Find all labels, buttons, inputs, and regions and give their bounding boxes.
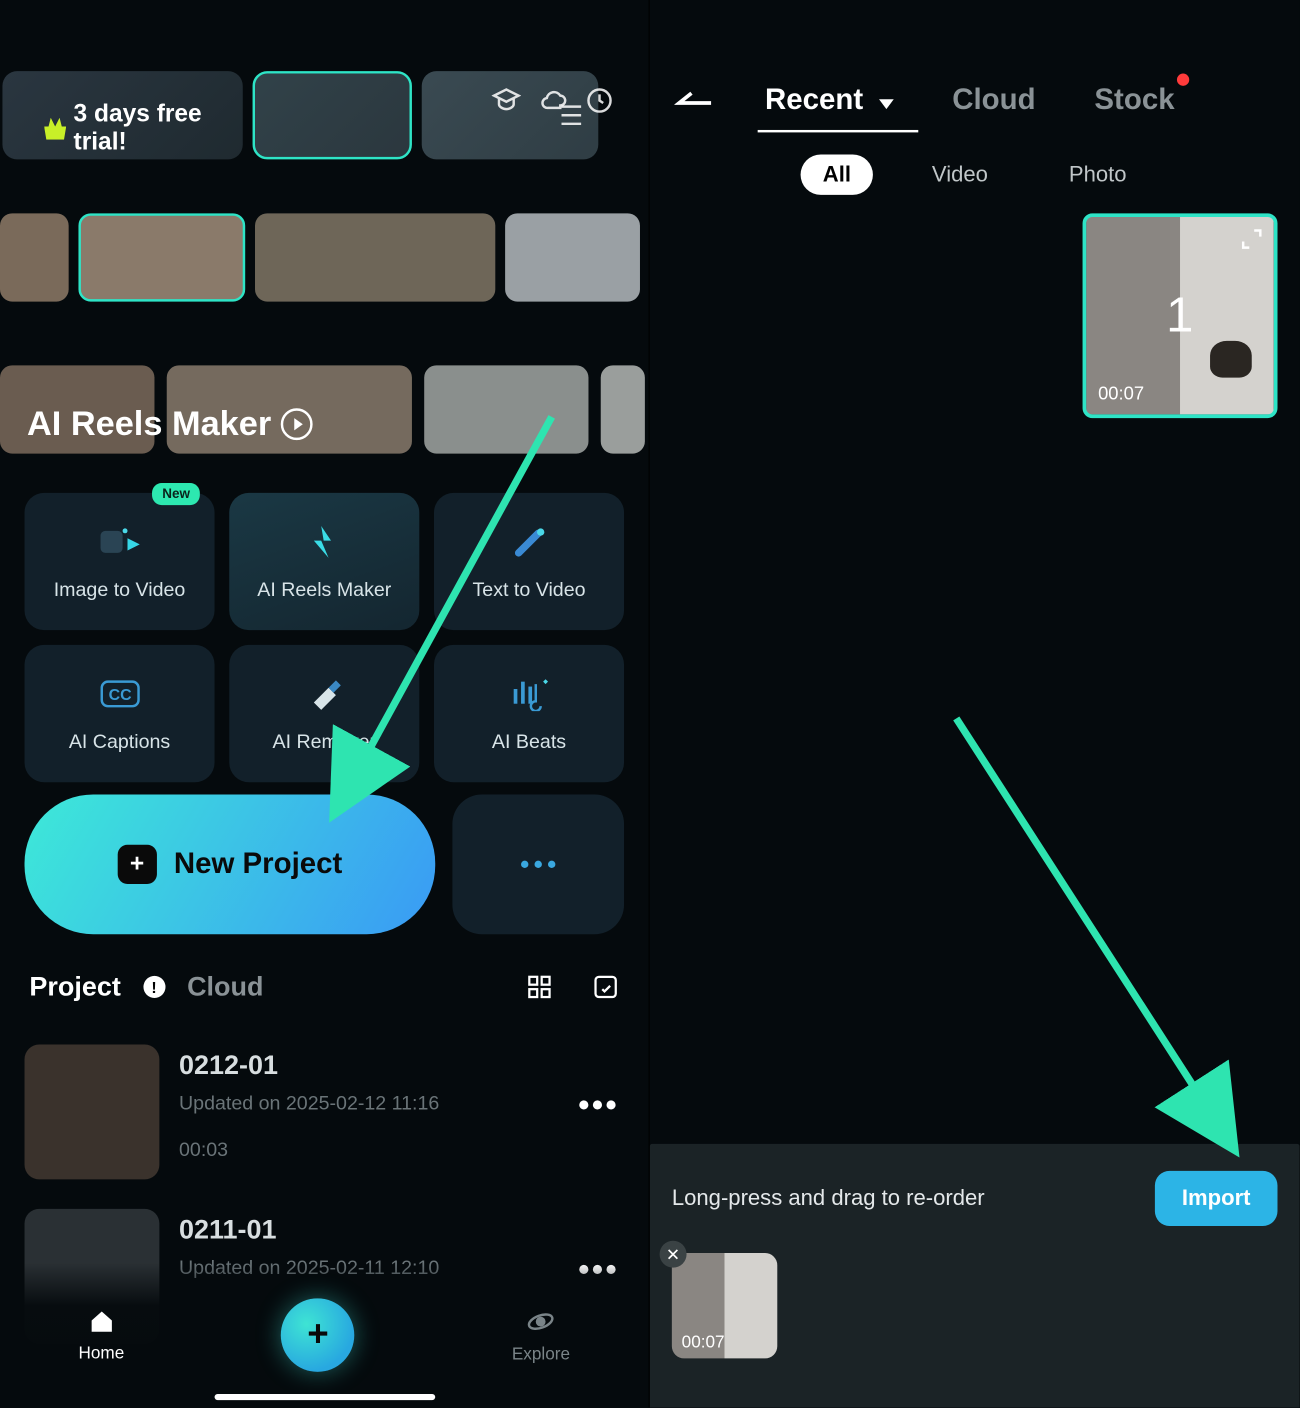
project-row[interactable]: 0212-01 Updated on 2025-02-12 11:16 00:0… (25, 1030, 625, 1194)
feature-label: Text to Video (472, 580, 585, 602)
ai-beats-icon (507, 673, 551, 715)
fab-create[interactable]: + (281, 1298, 355, 1372)
edit-icon[interactable] (592, 973, 619, 1000)
filter-video[interactable]: Video (910, 154, 1010, 194)
expand-icon[interactable] (1239, 227, 1264, 252)
notification-dot-icon (1177, 74, 1189, 86)
hero-template-selected[interactable] (253, 71, 412, 159)
tab-cloud[interactable]: Cloud (952, 83, 1035, 117)
feature-label: AI Beats (492, 732, 566, 754)
text-to-video-icon (507, 521, 551, 563)
history-icon[interactable] (585, 86, 614, 115)
ai-captions-icon: CC (97, 673, 141, 715)
feature-label: AI Remover (272, 732, 376, 754)
template-thumb[interactable] (505, 213, 640, 301)
tab-stock-label: Stock (1094, 83, 1174, 116)
reorder-hint: Long-press and drag to re-order (672, 1186, 985, 1212)
project-thumb (25, 1045, 160, 1180)
feature-ai-captions[interactable]: CC AI Captions (25, 645, 215, 782)
thumb-duration: 00:07 (682, 1331, 725, 1351)
svg-text:CC: CC (108, 687, 131, 704)
chevron-right-icon (281, 408, 313, 440)
selection-number: 1 (1166, 288, 1193, 343)
project-name: 0211-01 (179, 1214, 559, 1246)
tab-stock[interactable]: Stock (1094, 83, 1174, 117)
nav-explore[interactable]: Explore (512, 1307, 570, 1363)
tab-recent[interactable]: Recent (765, 83, 893, 117)
filter-all[interactable]: All (801, 154, 873, 194)
project-more-icon[interactable]: ••• (578, 1086, 619, 1124)
ai-reels-icon (302, 521, 346, 563)
feature-label: Image to Video (54, 580, 186, 602)
annotation-arrow (944, 706, 1263, 1172)
back-icon[interactable] (674, 88, 716, 113)
image-to-video-icon (97, 521, 141, 563)
plus-icon: + (117, 845, 156, 884)
feature-label: AI Captions (69, 732, 170, 754)
nav-home-label: Home (78, 1342, 124, 1362)
media-item-selected[interactable]: 1 00:07 (1082, 213, 1277, 418)
dropdown-caret-icon (879, 99, 894, 109)
project-meta: Updated on 2025-02-12 11:16 (179, 1094, 559, 1116)
template-thumb-selected[interactable] (78, 213, 245, 301)
trial-text: 3 days free trial! (74, 101, 243, 157)
feature-label: AI Reels Maker (257, 580, 391, 602)
project-duration: 00:03 (179, 1140, 559, 1162)
feature-text-to-video[interactable]: Text to Video (434, 493, 624, 630)
nav-explore-label: Explore (512, 1344, 570, 1364)
grid-view-icon[interactable] (526, 973, 553, 1000)
tab-project[interactable]: Project (29, 971, 120, 1003)
warning-icon[interactable]: ! (143, 976, 165, 998)
filter-photo[interactable]: Photo (1047, 154, 1149, 194)
cloud-icon[interactable] (538, 86, 567, 115)
more-button[interactable] (452, 794, 624, 934)
ai-reels-heading[interactable]: AI Reels Maker (27, 405, 313, 444)
feature-ai-remover[interactable]: AI Remover (229, 645, 419, 782)
tab-cloud[interactable]: Cloud (187, 971, 263, 1003)
nav-home[interactable]: Home (78, 1308, 124, 1362)
new-project-label: New Project (174, 847, 342, 881)
media-empty (672, 213, 867, 418)
crown-icon (44, 118, 66, 140)
selection-tray: Long-press and drag to re-order Import ✕… (650, 1144, 1300, 1408)
remove-icon[interactable]: ✕ (660, 1241, 687, 1268)
ai-reels-label: AI Reels Maker (27, 405, 271, 444)
tab-recent-label: Recent (765, 83, 863, 116)
ai-remover-icon (302, 673, 346, 715)
new-badge: New (152, 483, 199, 505)
media-duration: 00:07 (1098, 384, 1144, 405)
template-thumb[interactable] (424, 365, 588, 453)
media-empty (877, 213, 1072, 418)
academy-icon[interactable] (492, 86, 521, 115)
template-thumb[interactable] (255, 213, 495, 301)
project-name: 0212-01 (179, 1049, 559, 1081)
explore-icon (526, 1307, 555, 1336)
new-project-button[interactable]: + New Project (25, 794, 436, 934)
template-thumb[interactable] (0, 213, 69, 301)
selected-thumb[interactable]: ✕ 00:07 (672, 1253, 777, 1358)
home-icon (88, 1308, 115, 1335)
feature-ai-reels[interactable]: AI Reels Maker (229, 493, 419, 630)
bottom-nav: Home + Explore (0, 1263, 649, 1408)
template-thumb[interactable] (601, 365, 645, 453)
feature-image-to-video[interactable]: New Image to Video (25, 493, 215, 630)
feature-ai-beats[interactable]: AI Beats (434, 645, 624, 782)
trial-banner[interactable]: 3 days free trial! (2, 71, 242, 159)
import-button[interactable]: Import (1155, 1171, 1278, 1226)
home-indicator (214, 1394, 435, 1400)
projects-header: Project ! Cloud (29, 971, 619, 1003)
